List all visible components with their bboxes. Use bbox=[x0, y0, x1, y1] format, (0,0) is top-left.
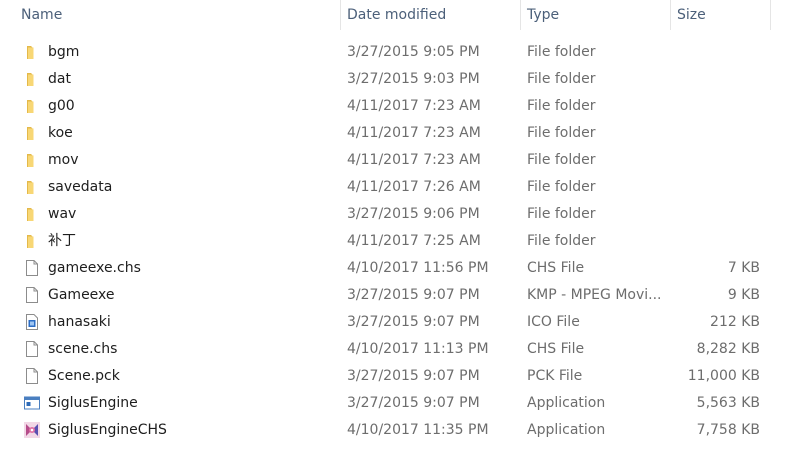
file-list: bgm 3/27/2015 9:05 PM File folder dat 3/27/2… bbox=[0, 39, 806, 444]
column-header-size[interactable]: Size bbox=[670, 0, 770, 30]
file-name: Gameexe bbox=[48, 287, 115, 303]
file-name: gameexe.chs bbox=[48, 260, 141, 276]
file-icon bbox=[23, 286, 41, 304]
file-date-modified: 3/27/2015 9:03 PM bbox=[347, 71, 480, 87]
file-date-modified: 3/27/2015 9:07 PM bbox=[347, 395, 480, 411]
file-name: SiglusEngineCHS bbox=[48, 422, 167, 438]
file-row[interactable]: scene.chs 4/10/2017 11:13 PM CHS File 8,282… bbox=[0, 336, 806, 363]
file-type: ICO File bbox=[527, 314, 580, 330]
file-size: 8,282 KB bbox=[696, 341, 760, 357]
file-icon bbox=[23, 367, 41, 385]
file-row[interactable]: Gameexe 3/27/2015 9:07 PM KMP - MPEG Movi.… bbox=[0, 282, 806, 309]
file-type: PCK File bbox=[527, 368, 583, 384]
file-date-modified: 3/27/2015 9:07 PM bbox=[347, 287, 480, 303]
file-date-modified: 3/27/2015 9:06 PM bbox=[347, 206, 480, 222]
file-size: 212 KB bbox=[710, 314, 760, 330]
file-name: dat bbox=[48, 71, 71, 87]
file-row[interactable]: koe 4/11/2017 7:23 AM File folder bbox=[0, 120, 806, 147]
sort-ascending-icon bbox=[172, 0, 184, 4]
file-size: 5,563 KB bbox=[696, 395, 760, 411]
file-name: mov bbox=[48, 152, 79, 168]
folder-icon bbox=[23, 124, 41, 142]
column-header-name[interactable]: Name bbox=[14, 0, 340, 30]
folder-icon bbox=[23, 178, 41, 196]
file-type: Application bbox=[527, 395, 606, 411]
file-date-modified: 3/27/2015 9:05 PM bbox=[347, 44, 480, 60]
file-type: File folder bbox=[527, 71, 596, 87]
file-name: hanasaki bbox=[48, 314, 111, 330]
file-date-modified: 4/11/2017 7:25 AM bbox=[347, 233, 481, 249]
file-name: 补丁 bbox=[48, 233, 76, 249]
file-date-modified: 3/27/2015 9:07 PM bbox=[347, 368, 480, 384]
file-date-modified: 3/27/2015 9:07 PM bbox=[347, 314, 480, 330]
folder-icon bbox=[23, 205, 41, 223]
file-icon bbox=[23, 340, 41, 358]
file-row[interactable]: g00 4/11/2017 7:23 AM File folder bbox=[0, 93, 806, 120]
file-name: savedata bbox=[48, 179, 113, 195]
folder-icon bbox=[23, 43, 41, 61]
folder-icon bbox=[23, 151, 41, 169]
file-size: 11,000 KB bbox=[687, 368, 760, 384]
folder-icon bbox=[23, 70, 41, 88]
file-row[interactable]: wav 3/27/2015 9:06 PM File folder bbox=[0, 201, 806, 228]
file-name: g00 bbox=[48, 98, 75, 114]
ico-file-icon bbox=[23, 313, 41, 331]
file-type: File folder bbox=[527, 44, 596, 60]
file-size: 9 KB bbox=[727, 287, 760, 303]
file-row[interactable]: mov 4/11/2017 7:23 AM File folder bbox=[0, 147, 806, 174]
file-row[interactable]: SiglusEngine 3/27/2015 9:07 PM Application… bbox=[0, 390, 806, 417]
column-divider[interactable] bbox=[770, 0, 771, 30]
file-type: KMP - MPEG Movi... bbox=[527, 287, 662, 303]
file-row[interactable]: hanasaki 3/27/2015 9:07 PM ICO File 212 KB bbox=[0, 309, 806, 336]
file-name: koe bbox=[48, 125, 73, 141]
file-row[interactable]: bgm 3/27/2015 9:05 PM File folder bbox=[0, 39, 806, 66]
file-type: File folder bbox=[527, 233, 596, 249]
file-date-modified: 4/10/2017 11:13 PM bbox=[347, 341, 489, 357]
column-header-date-modified[interactable]: Date modified bbox=[340, 0, 520, 30]
file-type: File folder bbox=[527, 179, 596, 195]
application-icon bbox=[23, 394, 41, 412]
file-row[interactable]: dat 3/27/2015 9:03 PM File folder bbox=[0, 66, 806, 93]
file-row[interactable]: SiglusEngineCHS 4/10/2017 11:35 PM Applica… bbox=[0, 417, 806, 444]
folder-icon bbox=[23, 232, 41, 250]
folder-icon bbox=[23, 97, 41, 115]
column-header-type[interactable]: Type bbox=[520, 0, 670, 30]
file-name: wav bbox=[48, 206, 77, 222]
file-name: bgm bbox=[48, 44, 80, 60]
file-name: SiglusEngine bbox=[48, 395, 138, 411]
file-name: scene.chs bbox=[48, 341, 118, 357]
file-row[interactable]: savedata 4/11/2017 7:26 AM File folder bbox=[0, 174, 806, 201]
file-size: 7 KB bbox=[727, 260, 760, 276]
file-icon bbox=[23, 259, 41, 277]
file-row[interactable]: Scene.pck 3/27/2015 9:07 PM PCK File 11,000… bbox=[0, 363, 806, 390]
file-date-modified: 4/10/2017 11:35 PM bbox=[347, 422, 489, 438]
file-date-modified: 4/11/2017 7:23 AM bbox=[347, 98, 481, 114]
file-type: CHS File bbox=[527, 260, 585, 276]
anime-app-icon bbox=[23, 421, 41, 439]
file-type: File folder bbox=[527, 152, 596, 168]
file-name: Scene.pck bbox=[48, 368, 120, 384]
file-type: Application bbox=[527, 422, 606, 438]
file-row[interactable]: 补丁 4/11/2017 7:25 AM File folder bbox=[0, 228, 806, 255]
file-date-modified: 4/11/2017 7:23 AM bbox=[347, 152, 481, 168]
file-row[interactable]: gameexe.chs 4/10/2017 11:56 PM CHS File 7 K… bbox=[0, 255, 806, 282]
file-date-modified: 4/11/2017 7:23 AM bbox=[347, 125, 481, 141]
column-header-bar: Name Date modified Type Size bbox=[0, 0, 806, 30]
file-type: File folder bbox=[527, 125, 596, 141]
file-date-modified: 4/10/2017 11:56 PM bbox=[347, 260, 489, 276]
file-type: CHS File bbox=[527, 341, 585, 357]
file-date-modified: 4/11/2017 7:26 AM bbox=[347, 179, 481, 195]
file-type: File folder bbox=[527, 98, 596, 114]
file-size: 7,758 KB bbox=[696, 422, 760, 438]
file-type: File folder bbox=[527, 206, 596, 222]
